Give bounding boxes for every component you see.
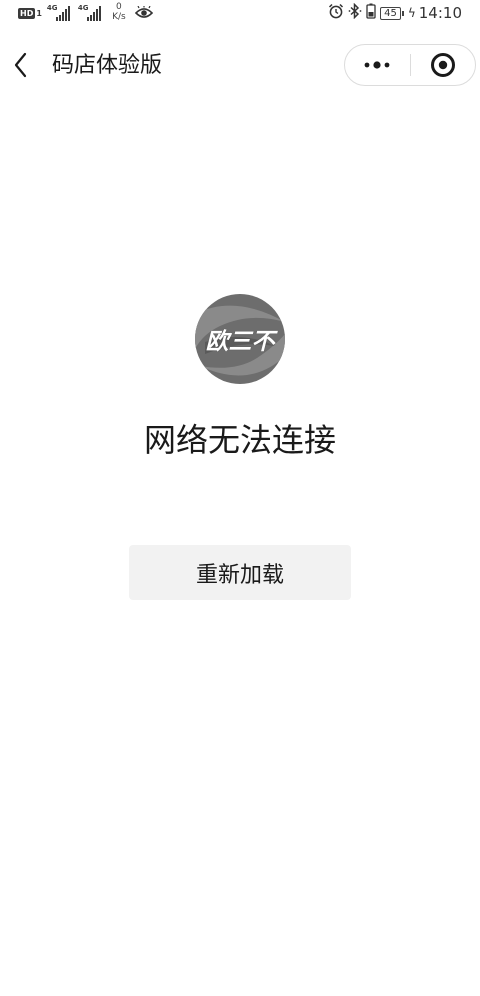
hd-badge: HD [18, 7, 36, 19]
status-time: 14:10 [418, 4, 462, 22]
status-bar-left: HD 1 4G 4G 0 K/s [18, 2, 153, 24]
battery-level: 45 [380, 6, 401, 20]
status-bar: HD 1 4G 4G 0 K/s 45 ϟ 14:10 [0, 0, 480, 26]
signal-1-icon: 4G [47, 4, 73, 21]
more-dots-icon [364, 61, 390, 69]
capsule-menu [344, 44, 476, 86]
bluetooth-icon [348, 2, 362, 23]
network-speed-value: 0 [116, 2, 122, 12]
close-miniprogram-button[interactable] [411, 45, 476, 85]
eye-icon [134, 6, 153, 20]
logo-text: 欧三不 [205, 328, 275, 355]
status-bar-right: 45 ϟ 14:10 [324, 2, 462, 24]
back-button[interactable] [6, 50, 36, 80]
more-button[interactable] [345, 45, 410, 85]
page-title: 码店体验版 [52, 53, 163, 78]
network-speed-unit: K/s [112, 12, 126, 22]
charging-icon: ϟ [407, 6, 416, 20]
battery-icon: 45 [380, 6, 404, 20]
reload-button[interactable]: 重新加载 [129, 545, 351, 600]
sim-battery-icon [366, 3, 376, 23]
back-arrow-icon [14, 52, 27, 78]
signal-2-icon: 4G [78, 4, 104, 21]
error-message: 网络无法连接 [143, 421, 336, 459]
target-close-icon [430, 53, 455, 77]
app-logo: 欧三不 [195, 294, 285, 384]
nav-bar: 码店体验版 [0, 38, 480, 94]
alarm-icon [328, 3, 344, 23]
screen: HD 1 4G 4G 0 K/s 45 ϟ 14:10 码店体验版 欧三不 网络… [0, 0, 480, 996]
network-speed: 0 K/s [109, 2, 129, 24]
sim-number: 1 [36, 8, 42, 18]
